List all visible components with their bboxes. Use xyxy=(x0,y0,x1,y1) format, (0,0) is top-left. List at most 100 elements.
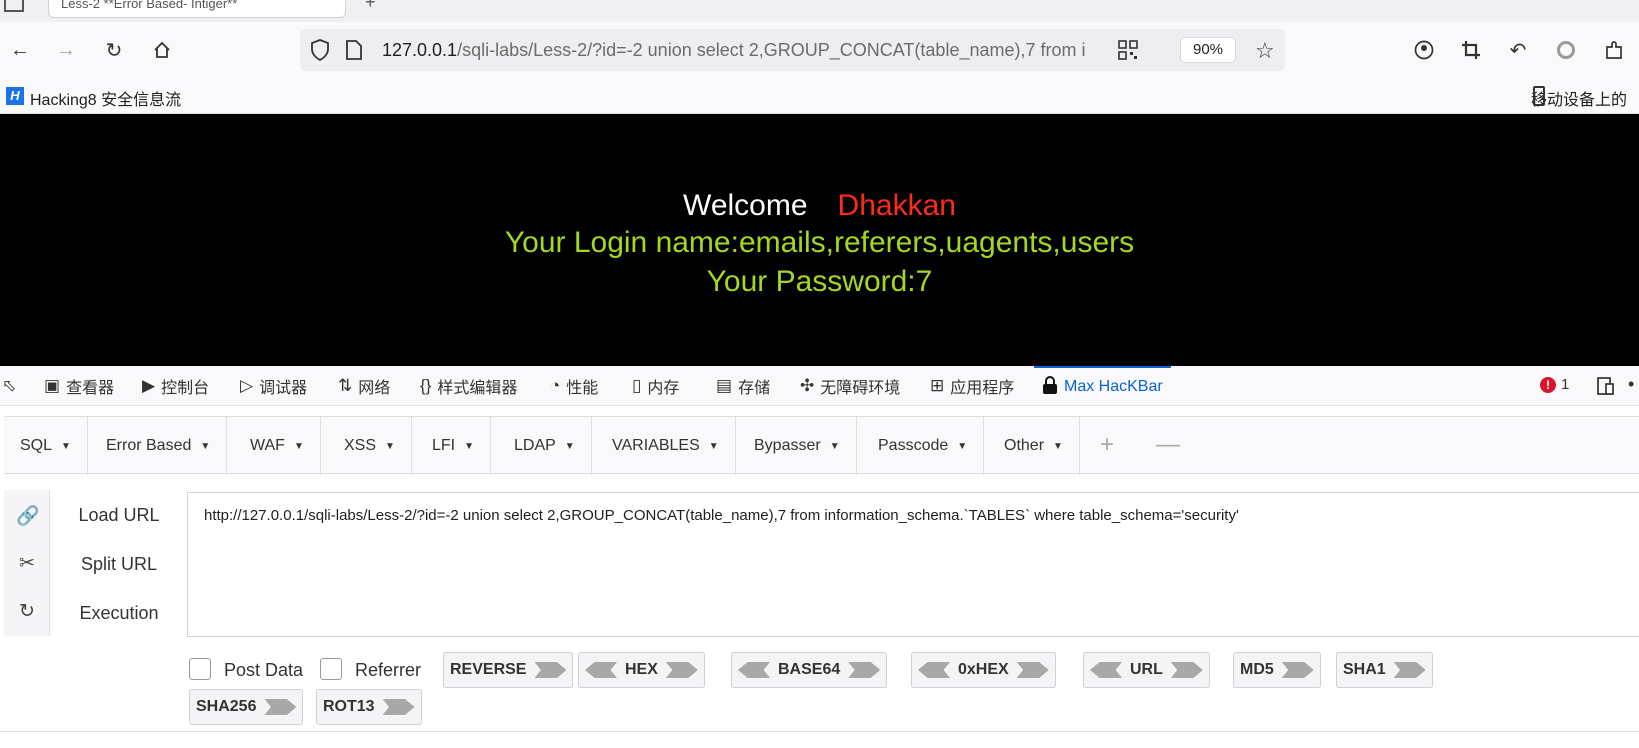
chevron-right-icon xyxy=(1393,662,1426,678)
storage-icon: ▤ xyxy=(716,376,733,395)
responsive-design-icon[interactable] xyxy=(1596,376,1616,401)
browser-tab[interactable]: Less-2 **Error Based- Intiger** xyxy=(48,0,346,18)
address-bar[interactable]: 127.0.0.1/sqli-labs/Less-2/?id=-2 union … xyxy=(300,29,1285,71)
reverse-button[interactable]: REVERSE xyxy=(443,652,574,688)
load-url-button[interactable]: Load URL xyxy=(60,505,178,526)
welcome-text: Welcome xyxy=(683,189,808,222)
hackbar-url-input[interactable]: http://127.0.0.1/sqli-labs/Less-2/?id=-2… xyxy=(187,492,1639,637)
memory-icon: ▯ xyxy=(632,376,642,395)
menu-variables[interactable]: VARIABLES ▼ xyxy=(596,417,736,475)
zoom-level[interactable]: 90% xyxy=(1180,37,1236,63)
referrer-label: Referrer xyxy=(355,660,422,680)
more-options-icon[interactable]: • xyxy=(1628,374,1634,395)
menu-sql[interactable]: SQL ▼ xyxy=(4,417,88,475)
hex-button[interactable]: HEX xyxy=(578,652,705,688)
base64-button[interactable]: BASE64 xyxy=(731,652,888,688)
tab-style-editor[interactable]: {} 样式编辑器 xyxy=(420,366,517,406)
caret-down-icon: ▼ xyxy=(829,440,840,452)
tab-application[interactable]: ⊞ 应用程序 xyxy=(930,366,1014,406)
url-button[interactable]: URL xyxy=(1083,652,1210,688)
hackbar-sidebar: 🔗 ✂ ↻ xyxy=(4,490,50,636)
console-icon: ▶ xyxy=(142,376,156,395)
url-text[interactable]: 127.0.0.1/sqli-labs/Less-2/?id=-2 union … xyxy=(382,40,1112,61)
referrer-checkbox[interactable] xyxy=(320,658,342,680)
lock-icon xyxy=(1042,375,1058,399)
chevron-right-icon xyxy=(264,699,297,715)
caret-down-icon: ▼ xyxy=(1053,440,1063,452)
post-data-label: Post Data xyxy=(224,660,304,680)
welcome-line: Welcome Dhakkan xyxy=(0,189,1639,223)
caret-down-icon: ▼ xyxy=(385,440,395,452)
chevron-right-icon xyxy=(1016,662,1049,678)
extensions-puzzle-icon[interactable] xyxy=(1600,36,1628,64)
chevron-left-icon xyxy=(1090,662,1122,678)
caret-down-icon: ▼ xyxy=(293,440,304,452)
new-tab-button[interactable]: + xyxy=(365,0,376,13)
tab-console[interactable]: ▶ 控制台 xyxy=(142,366,209,406)
mobile-device-icon xyxy=(1533,86,1545,106)
chevron-left-icon xyxy=(918,662,950,678)
sha256-button[interactable]: SHA256 xyxy=(189,689,304,725)
caret-down-icon: ▼ xyxy=(957,440,968,452)
tab-performance[interactable]: ◔ 性能 xyxy=(550,366,598,406)
extension-circle-icon[interactable] xyxy=(1552,36,1580,64)
minus-icon[interactable]: — xyxy=(1156,431,1180,459)
chevron-right-icon xyxy=(1170,662,1203,678)
tab-accessibility[interactable]: ✣ 无障碍环境 xyxy=(800,366,900,406)
menu-lfi[interactable]: LFI ▼ xyxy=(416,417,492,475)
undo-icon[interactable]: ↶ xyxy=(1504,36,1532,64)
accessibility-icon: ✣ xyxy=(800,376,815,395)
0xhex-button[interactable]: 0xHEX xyxy=(911,652,1056,688)
rot13-button[interactable]: ROT13 xyxy=(316,689,422,725)
post-data-checkbox[interactable] xyxy=(189,658,211,680)
link-icon[interactable]: 🔗 xyxy=(16,504,40,527)
menu-bypasser[interactable]: Bypasser ▼ xyxy=(738,417,857,475)
error-count-badge[interactable]: ! 1 xyxy=(1540,376,1569,393)
execution-button[interactable]: Execution xyxy=(60,603,178,624)
style-editor-icon: {} xyxy=(420,376,432,395)
tab-network[interactable]: ⇅ 网络 xyxy=(338,366,390,406)
bookmark-hacking8[interactable]: Hacking8 安全信息流 xyxy=(30,86,181,110)
chevron-right-icon xyxy=(1281,662,1314,678)
caret-down-icon: ▼ xyxy=(708,440,719,452)
chevron-left-icon xyxy=(585,662,617,678)
error-icon: ! xyxy=(1540,376,1556,393)
account-icon[interactable] xyxy=(1410,36,1438,64)
menu-other[interactable]: Other ▼ xyxy=(988,417,1080,475)
tab-title: Less-2 **Error Based- Intiger** xyxy=(61,0,238,11)
menu-error-based[interactable]: Error Based ▼ xyxy=(90,417,228,475)
page-icon[interactable] xyxy=(346,40,362,65)
forward-icon[interactable]: → xyxy=(52,36,80,64)
split-url-button[interactable]: Split URL xyxy=(60,554,178,575)
reload-icon[interactable]: ↻ xyxy=(100,36,128,64)
back-icon[interactable]: ← xyxy=(6,36,34,64)
shield-icon[interactable] xyxy=(310,39,330,66)
plus-icon[interactable]: + xyxy=(1100,431,1114,459)
sha1-button[interactable]: SHA1 xyxy=(1336,652,1433,688)
mobile-bookmarks[interactable]: 移动设备上的 xyxy=(1531,86,1627,110)
home-icon[interactable] xyxy=(148,36,176,64)
tab-memory[interactable]: ▯ 内存 xyxy=(632,366,679,406)
screenshot-crop-icon[interactable] xyxy=(1457,36,1485,64)
tab-list-icon[interactable] xyxy=(4,0,24,12)
menu-ldap[interactable]: LDAP ▼ xyxy=(498,417,592,475)
chevron-right-icon xyxy=(848,662,881,678)
refresh-icon[interactable]: ↻ xyxy=(16,600,38,622)
scissors-icon[interactable]: ✂ xyxy=(16,552,38,574)
qr-code-icon[interactable] xyxy=(1118,40,1138,65)
element-picker-icon[interactable]: ⬁ xyxy=(2,366,16,406)
menu-xss[interactable]: XSS ▼ xyxy=(328,417,412,475)
tab-max-hackbar[interactable]: Max HacKBar xyxy=(1034,366,1171,406)
md5-button[interactable]: MD5 xyxy=(1233,652,1321,688)
caret-down-icon: ▼ xyxy=(464,440,475,452)
tab-storage[interactable]: ▤ 存储 xyxy=(716,366,770,406)
bookmark-star-icon[interactable]: ☆ xyxy=(1255,38,1275,64)
tab-debugger[interactable]: ▷ 调试器 xyxy=(240,366,307,406)
bookmarks-bar: H Hacking8 安全信息流 移动设备上的 xyxy=(0,80,1639,114)
menu-passcode[interactable]: Passcode ▼ xyxy=(862,417,985,475)
tab-inspector[interactable]: ▣ 查看器 xyxy=(44,366,114,406)
navigation-bar: ← → ↻ 127.0.0.1/sqli-labs/Less-2/?id=-2 … xyxy=(0,22,1639,80)
caret-down-icon: ▼ xyxy=(564,440,575,452)
menu-waf[interactable]: WAF ▼ xyxy=(234,417,321,475)
debugger-icon: ▷ xyxy=(240,376,254,395)
